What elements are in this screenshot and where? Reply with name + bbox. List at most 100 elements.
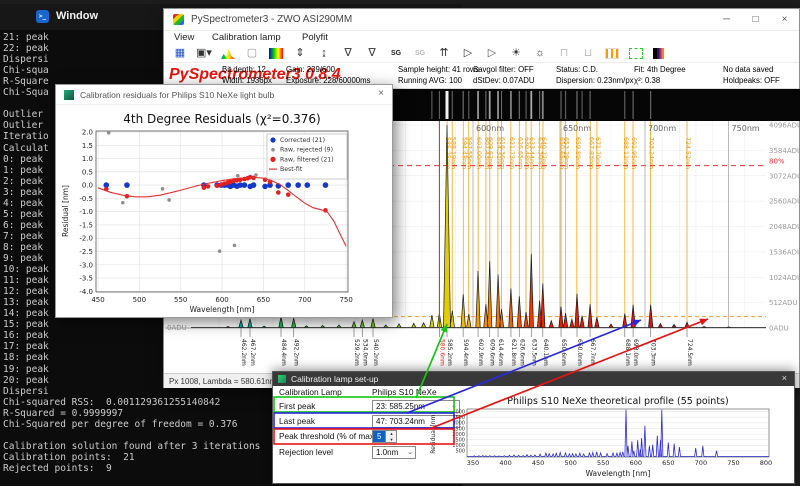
menu-polyfit[interactable]: Polyfit xyxy=(302,32,328,43)
lamp-dialog-icon xyxy=(278,375,286,383)
data-point xyxy=(304,182,310,188)
step-down-icon: ⊔ xyxy=(584,48,593,59)
blank-view-button[interactable]: ▢ xyxy=(240,46,264,62)
peak-detect-button[interactable]: ⇈ xyxy=(432,46,456,62)
lamp-value: Philips S10 NeXe xyxy=(372,386,437,399)
y-tick-label: -2.0 xyxy=(79,235,93,243)
lamp-label: Calibration Lamp xyxy=(279,387,342,397)
roi-select-button[interactable] xyxy=(624,46,648,62)
step-down-button[interactable]: ⊔ xyxy=(576,46,600,62)
threshold-spinner[interactable]: 5▲▼ xyxy=(372,430,397,443)
emission-line xyxy=(489,91,491,119)
save-button[interactable]: ▦ xyxy=(168,46,192,62)
calibration-lamp-button[interactable] xyxy=(600,46,624,62)
y-tick-label: -2.5 xyxy=(79,248,93,256)
x-tick-label: 500 xyxy=(133,296,146,304)
lamp-close-icon[interactable]: × xyxy=(782,373,787,383)
profile-trace xyxy=(467,410,769,457)
y-tick-label: -3.0 xyxy=(79,261,93,269)
adu-tick-label: 4096ADU xyxy=(769,122,800,130)
filter-button[interactable]: ∇ xyxy=(360,46,384,62)
savgol-filter-off-button[interactable]: SG xyxy=(408,46,432,62)
data-point xyxy=(218,249,222,253)
legend-label: Raw, rejected (9) xyxy=(280,147,333,154)
adu-tick-label: 2048ADU xyxy=(769,223,800,231)
y-tick-label: 1.0 xyxy=(82,155,93,163)
filter-edit-button[interactable]: ∇ xyxy=(336,46,360,62)
reference-line-label: 667.83nm xyxy=(587,137,594,169)
emission-line xyxy=(431,91,432,119)
close-button[interactable]: × xyxy=(770,9,799,31)
peak-label: 580.6nm xyxy=(438,339,445,366)
colormap-button[interactable] xyxy=(648,46,672,62)
terminal-line: 12: peak xyxy=(3,286,49,297)
vertical-fit-button[interactable]: ⇕ xyxy=(288,46,312,62)
x-tick-label: 800 xyxy=(760,459,772,467)
brightness-up-button[interactable]: ☀ xyxy=(504,46,528,62)
menu-view[interactable]: View xyxy=(174,32,194,43)
terminal-line: 22: peak xyxy=(3,43,49,54)
rejection-select[interactable]: 1.0nm⌄ xyxy=(372,446,416,459)
terminal-line: Dispersi xyxy=(3,386,49,397)
waterfall-view-button[interactable] xyxy=(264,46,288,62)
terminal-line: 3: peak xyxy=(3,187,43,198)
calibration-lamp-icon xyxy=(605,48,619,59)
brightness-up-icon: ☀ xyxy=(511,48,521,59)
reference-line-label: 609.62nm xyxy=(487,137,494,169)
adu-tick-label: 3072ADU xyxy=(769,172,800,180)
play-single-button[interactable]: ▷ xyxy=(480,46,504,62)
spectrum-view-button[interactable] xyxy=(216,46,240,62)
savgol-filter-button[interactable]: SG xyxy=(384,46,408,62)
wavelength-tick-label: 650nm xyxy=(563,124,591,133)
sample-height-icon: ↨ xyxy=(321,48,327,59)
peak-label: 602.9nm xyxy=(477,339,484,366)
main-titlebar[interactable]: PySpectrometer3 - ZWO ASI290MM ─ □ × xyxy=(164,9,799,31)
terminal-line: Chi-squared RSS: 0.001129361255140842 xyxy=(3,397,220,408)
peak-label: 534.0nm xyxy=(361,339,368,366)
minimize-button[interactable]: ─ xyxy=(712,9,741,31)
info-column: Gain: 239/600Exposure: 228/60000ms xyxy=(286,65,371,86)
sample-height-button[interactable]: ↨ xyxy=(312,46,336,62)
emission-line xyxy=(624,91,625,119)
data-point xyxy=(236,174,240,178)
reference-line-label: 597.55nm xyxy=(466,137,473,169)
maximize-button[interactable]: □ xyxy=(741,9,770,31)
y-tick-label: -1.5 xyxy=(79,221,93,229)
adu-tick-label: 0ADU xyxy=(769,325,789,333)
reference-line-label: 626.65nm xyxy=(516,137,523,169)
peak-label: 640.1nm xyxy=(542,339,549,366)
y-tick-label: 2500 xyxy=(452,426,465,432)
lamp-titlebar[interactable]: Calibration lamp set-up × xyxy=(273,372,794,386)
terminal-line: Calibration solution found after 3 itera… xyxy=(3,441,260,452)
peak-detect-icon: ⇈ xyxy=(439,48,448,59)
residuals-close-icon[interactable]: × xyxy=(378,88,384,99)
adu-tick-label: 2560ADU xyxy=(769,198,800,206)
residuals-titlebar[interactable]: Calibration residuals for Philips S10 Ne… xyxy=(56,85,392,105)
step-up-button[interactable]: ⊓ xyxy=(552,46,576,62)
camera-select-button[interactable]: ▣▾ xyxy=(192,46,216,62)
spinner-arrows-icon[interactable]: ▲▼ xyxy=(386,430,397,443)
save-icon: ▦ xyxy=(175,48,185,59)
x-axis-label: Wavelength [nm] xyxy=(586,469,651,478)
theoretical-profile-plot: Philips S10 NeXe theoretical profile (55… xyxy=(428,386,796,485)
menu-calibration-lamp[interactable]: Calibration lamp xyxy=(212,32,281,43)
profile-title: Philips S10 NeXe theoretical profile (55… xyxy=(507,396,728,407)
y-tick-label: 3500 xyxy=(452,415,465,421)
emission-line xyxy=(510,91,512,119)
lamp-setup-dialog: Calibration lamp set-up × Calibration La… xyxy=(272,371,795,484)
brightness-down-button[interactable]: ☼ xyxy=(528,46,552,62)
terminal-line: 0: peak xyxy=(3,154,43,165)
y-tick-label: 500 xyxy=(455,449,465,455)
play-button[interactable]: ▷ xyxy=(456,46,480,62)
saturation-percent-label: 80% xyxy=(769,158,785,166)
y-axis-label: Residual [nm] xyxy=(61,185,70,237)
terminal-line: Chi-squa xyxy=(3,65,49,76)
reference-line-label: 633.44nm xyxy=(528,137,535,169)
y-tick-label: 1000 xyxy=(452,443,465,449)
blank-view-icon: ▢ xyxy=(247,48,257,59)
x-tick-label: 750 xyxy=(339,296,352,304)
peak-label: 633.5nm xyxy=(530,339,537,366)
peak-label: 614.4nm xyxy=(497,339,504,366)
info-column: Savgol filter: OFFdStDev: 0.07ADU xyxy=(473,65,535,86)
data-point xyxy=(323,182,329,188)
